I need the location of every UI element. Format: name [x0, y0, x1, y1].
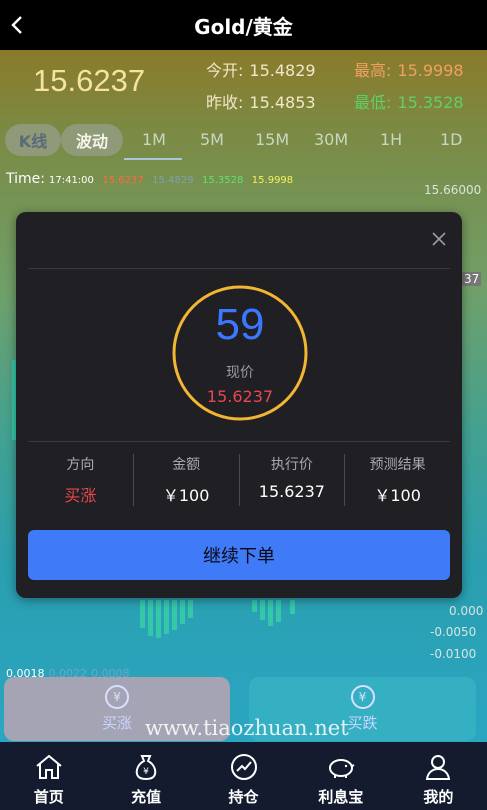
axis-label-zero: 0.000	[449, 604, 484, 618]
axis-label-neg2: -0.0100	[430, 647, 477, 661]
prev-close-stat: 昨收: 15.4853	[206, 93, 316, 112]
current-price-label: 现价	[226, 365, 254, 381]
histogram-bar	[268, 600, 273, 626]
top-bar: Gold/黄金	[0, 0, 487, 50]
yen-down-icon: ¥	[350, 685, 375, 709]
divider	[28, 441, 450, 442]
nav-item-home[interactable]: 首页	[0, 742, 97, 810]
bottom-nav: 首页 ¥ 充值 持仓 利息宝 我的	[0, 742, 487, 810]
tab-wave[interactable]: 波动	[61, 124, 123, 156]
open-stat: 今开: 15.4829	[206, 61, 316, 80]
detail-amount: 金额 ￥100	[134, 454, 240, 506]
histogram-bar	[260, 600, 265, 620]
buy-up-label: 买涨	[101, 714, 132, 732]
current-price: 15.6237	[33, 63, 146, 98]
axis-label-neg1: -0.0050	[430, 625, 477, 639]
histogram-bar	[156, 600, 161, 638]
order-details: 方向 买涨 金额 ￥100 执行价 15.6237 预测结果 ￥100	[28, 454, 450, 506]
svg-text:¥: ¥	[143, 767, 149, 777]
histogram-bar	[290, 600, 295, 614]
histogram-bar	[188, 600, 193, 618]
piggy-bank-icon	[328, 759, 355, 778]
divider	[28, 268, 450, 269]
detail-direction: 方向 买涨	[28, 454, 134, 506]
home-icon	[36, 754, 62, 779]
countdown-seconds: 59	[215, 300, 265, 349]
active-tab-indicator	[124, 158, 182, 160]
tab-period-1m[interactable]: 1M	[142, 130, 166, 149]
tab-period-1h[interactable]: 1H	[380, 130, 402, 149]
watermark: www.tiaozhuan.net	[145, 716, 349, 740]
back-arrow-icon[interactable]	[6, 13, 30, 37]
tab-period-30m[interactable]: 30M	[314, 130, 348, 149]
histogram-bar	[252, 600, 257, 612]
histogram-bar	[164, 600, 169, 634]
tab-period-5m[interactable]: 5M	[200, 130, 224, 149]
axis-label-top: 15.66000	[424, 183, 482, 197]
detail-predicted-result: 预测结果 ￥100	[369, 457, 426, 505]
histogram-bar	[140, 600, 145, 628]
nav-item-interest[interactable]: 利息宝	[292, 742, 389, 810]
continue-order-button[interactable]: 继续下单	[28, 530, 450, 580]
tab-kline[interactable]: K线	[5, 124, 61, 156]
chart-circle-icon	[230, 754, 257, 780]
nav-item-recharge[interactable]: ¥ 充值	[97, 742, 194, 810]
buy-down-label: 买跌	[347, 714, 378, 732]
money-bag-icon: ¥	[135, 755, 157, 781]
nav-item-me[interactable]: 我的	[390, 742, 487, 810]
axis-price-tag: 37	[462, 272, 482, 286]
current-price-value: 15.6237	[206, 387, 274, 406]
low-stat: 最低: 15.3528	[354, 93, 464, 112]
tab-period-15m[interactable]: 15M	[255, 130, 289, 149]
histogram-bar	[148, 600, 153, 636]
page-title: Gold/黄金	[194, 14, 293, 39]
tab-period-1d[interactable]: 1D	[440, 130, 463, 149]
time-row: Time: 17:41:00 15.6237 15.4829 15.3528 15…	[6, 171, 294, 187]
close-icon[interactable]	[431, 231, 447, 247]
histogram-bar	[276, 600, 281, 622]
histogram-bar	[180, 600, 185, 624]
order-result-modal: 59 现价 15.6237 方向 买涨 金额 ￥100 执行价 15.6237 …	[16, 212, 462, 598]
yen-up-icon: ¥	[105, 685, 129, 709]
histogram-bar	[172, 600, 177, 630]
nav-item-positions[interactable]: 持仓	[195, 742, 292, 810]
user-icon	[426, 755, 451, 780]
high-stat: 最高: 15.9998	[354, 61, 464, 80]
detail-exec-price: 执行价 15.6237	[240, 454, 346, 506]
